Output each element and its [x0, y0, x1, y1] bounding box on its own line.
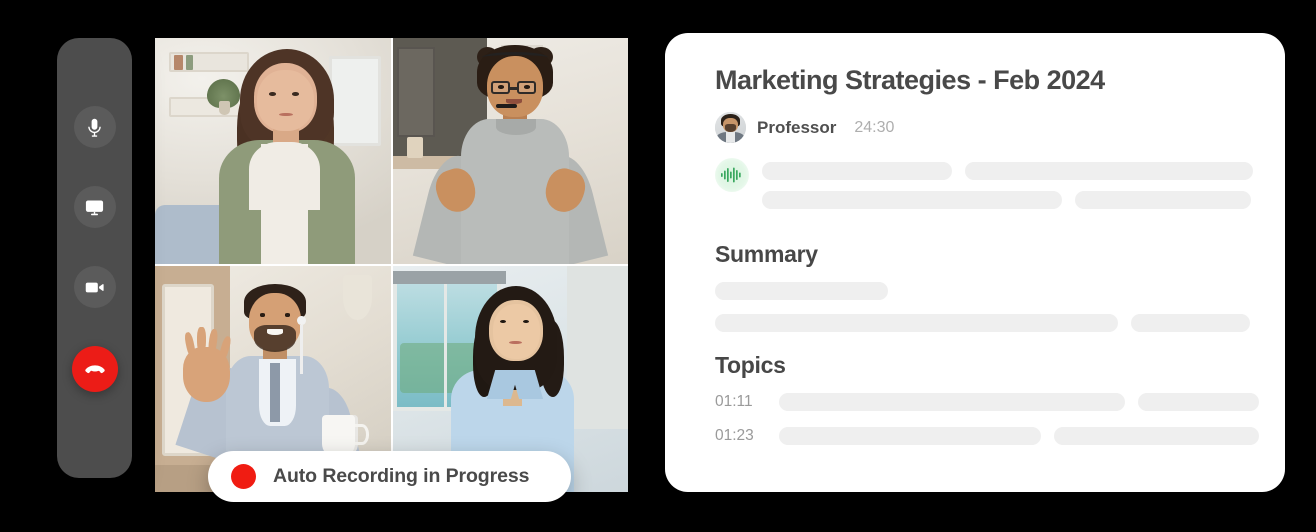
decor-lamp	[343, 275, 372, 321]
camera-button[interactable]	[73, 266, 116, 308]
video-call-panel: Auto Recording in Progress	[0, 0, 648, 532]
participant-tile-top-right[interactable]	[392, 38, 628, 264]
video-camera-icon	[84, 277, 105, 298]
person-mouth	[509, 340, 522, 345]
decor-window-mullion	[444, 279, 448, 411]
placeholder-bar	[1075, 191, 1251, 209]
recording-status-badge: Auto Recording in Progress	[208, 451, 571, 502]
placeholder-bar	[762, 191, 1062, 209]
microphone-button[interactable]	[73, 106, 116, 148]
topics-heading: Topics	[715, 352, 786, 378]
avatar	[715, 112, 746, 143]
placeholder-bar	[1131, 314, 1250, 332]
placeholder-row	[762, 162, 1253, 180]
meeting-notes-card: Marketing Strategies - Feb 2024 Professo…	[665, 33, 1285, 492]
person-eye	[269, 92, 277, 96]
coffee-mug	[322, 415, 358, 456]
placeholder-row	[715, 282, 1250, 300]
person-eye	[523, 85, 530, 89]
speaker-name: Professor	[757, 117, 837, 137]
list-item[interactable]: 01:11	[715, 393, 1259, 411]
screen-share-button[interactable]	[73, 186, 116, 228]
audio-waveform-icon[interactable]	[715, 158, 749, 192]
topic-timestamp: 01:11	[715, 393, 753, 410]
placeholder-row	[762, 191, 1253, 209]
recording-dot-icon	[231, 464, 256, 489]
participant-tile-top-left[interactable]	[155, 38, 391, 264]
topic-timestamp: 01:23	[715, 427, 754, 444]
person-face	[257, 69, 314, 131]
person-mouth	[266, 329, 284, 335]
person-waving-hand	[183, 347, 231, 402]
decor-cabinet	[397, 47, 435, 138]
decor-window	[329, 56, 382, 147]
earphone-icon	[297, 315, 306, 325]
decor-wall	[566, 266, 628, 429]
avatar-beard	[724, 124, 737, 132]
microphone-icon	[84, 117, 105, 138]
person-mouth	[278, 112, 293, 117]
phone-hangup-icon	[83, 357, 107, 381]
earphone-cord	[299, 324, 304, 375]
transcript-block	[715, 158, 1253, 220]
placeholder-bar	[1138, 393, 1259, 411]
call-control-bar	[57, 38, 132, 478]
topic-placeholder-bars	[779, 427, 1259, 445]
speaker-timestamp: 24:30	[854, 118, 895, 136]
headset-microphone	[496, 103, 518, 109]
person-face	[492, 304, 540, 359]
decor-book	[173, 54, 184, 70]
decor-blind	[392, 270, 506, 285]
participant-video-grid	[155, 38, 628, 492]
placeholder-bar	[965, 162, 1253, 180]
summary-heading: Summary	[715, 241, 818, 267]
recording-status-label: Auto Recording in Progress	[273, 465, 530, 487]
transcript-placeholder-lines	[762, 160, 1253, 220]
topics-list: 01:11 01:23	[715, 393, 1259, 445]
person-top	[249, 141, 320, 210]
person-eye	[498, 85, 504, 89]
headset-band	[481, 51, 548, 63]
decor-jar	[406, 137, 424, 158]
placeholder-row	[715, 314, 1250, 332]
decor-book	[185, 54, 193, 70]
placeholder-bar	[715, 282, 888, 300]
person-tie	[270, 363, 280, 422]
placeholder-bar	[715, 314, 1119, 332]
summary-placeholder-lines	[715, 282, 1250, 332]
coffee-mug-handle	[355, 424, 370, 445]
eyeglasses-bridge	[510, 86, 518, 90]
monitor-icon	[84, 197, 105, 218]
person-eye	[259, 313, 266, 317]
person-eye	[284, 313, 291, 317]
screenshot-stage: Auto Recording in Progress Marketing Str…	[0, 0, 1316, 532]
person-mouth	[505, 99, 523, 104]
speaker-row: Professor 24:30	[715, 112, 1250, 143]
placeholder-bar	[1054, 427, 1259, 445]
page-title: Marketing Strategies - Feb 2024	[715, 65, 1105, 95]
list-item[interactable]: 01:23	[715, 427, 1259, 445]
person-eye	[291, 92, 299, 96]
avatar-shirt	[725, 132, 736, 143]
placeholder-bar	[779, 393, 1125, 411]
topic-placeholder-bars	[779, 393, 1259, 411]
placeholder-bar	[779, 427, 1041, 445]
decor-vase	[218, 101, 231, 115]
end-call-button[interactable]	[71, 346, 118, 392]
placeholder-bar	[762, 162, 952, 180]
